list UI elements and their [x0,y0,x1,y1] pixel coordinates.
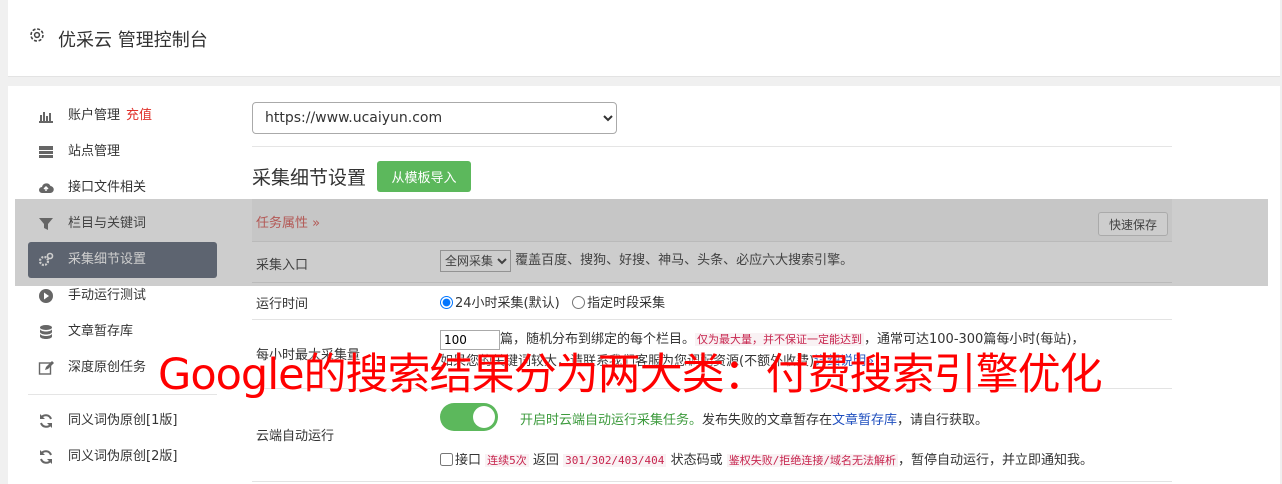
site-select[interactable]: https://www.ucaiyun.com [252,102,617,134]
gear-icon [30,28,44,42]
toggle-knob [473,406,495,428]
sidebar-item-label: 站点管理 [68,144,121,159]
run-time-24h-radio[interactable] [440,296,453,309]
gray-overlay-band [15,199,1268,286]
sidebar-item-label: 手动运行测试 [68,288,147,303]
run-time-custom-label: 指定时段采集 [587,296,666,311]
sidebar-item-synonym-v1[interactable]: 同义词伪原创[1版] [28,403,217,439]
pause-text-a: 接口 [455,453,482,468]
pause-text-c: 状态码或 [670,453,723,468]
watermark-text: Google的搜索结果分为两大类：付费搜索引擎优化 [158,350,1103,400]
top-header: 优采云 管理控制台 [8,0,1280,77]
server-icon [39,146,53,158]
cloud-run-toggle[interactable] [440,403,498,431]
article-store-link[interactable]: 文章暂存库 [832,413,897,428]
divider [252,146,1172,147]
refresh-icon [40,450,52,464]
cloud-desc-text: 发布失败的文章暂存在 [702,413,833,428]
cloud-run-desc: 开启时云端自动运行采集任务。发布失败的文章暂存在文章暂存库，请自行获取。 [520,409,988,428]
sidebar-item-label: 同义词伪原创[1版] [68,413,178,428]
run-time-row: 运行时间 24小时采集(默认) 指定时段采集 [252,283,1172,320]
section-title: 采集细节设置 [252,167,367,189]
sidebar-item-label: 深度原创任务 [68,360,147,375]
sidebar-item-label: 账户管理 [68,108,121,123]
pause-warn-count: 连续5次 [485,454,529,467]
database-icon [40,325,52,339]
cloud-desc-green: 开启时云端自动运行采集任务。 [520,413,703,428]
run-time-label: 运行时间 [256,297,309,312]
sidebar-item-synonym-v2[interactable]: 同义词伪原创[2版] [28,439,217,475]
pause-text-b: 返回 [532,453,559,468]
page-title: 优采云 管理控制台 [58,30,208,51]
run-time-24h-label: 24小时采集(默认) [455,296,560,311]
pause-warn-errors: 鉴权失败/拒绝连接/域名无法解析 [726,454,898,467]
sidebar-item-account[interactable]: 账户管理 充值 [28,98,217,134]
run-time-options: 24小时采集(默认) 指定时段采集 [440,292,665,311]
bar-chart-icon [39,112,53,123]
run-time-custom-radio[interactable] [572,296,586,309]
pause-condition: 接口 连续5次 返回 301/302/403/404 状态码或 鉴权失败/拒绝连… [440,449,1093,468]
pause-status-codes: 301/302/403/404 [563,454,667,467]
sidebar: 账户管理 充值 站点管理 接口文件相关 栏目与关键词 采集细节设置 手动运行测试 … [28,98,228,475]
pause-checkbox[interactable] [440,453,453,466]
refresh-icon [40,414,52,428]
sidebar-item-label: 接口文件相关 [68,180,147,195]
cloud-run-label: 云端自动运行 [256,429,335,444]
sidebar-item-label: 文章暂存库 [68,324,134,339]
edit-icon [38,361,54,375]
cloud-desc-tail: ，请自行获取。 [897,413,989,428]
sidebar-item-sites[interactable]: 站点管理 [28,134,217,170]
recharge-link[interactable]: 充值 [126,108,152,123]
cloud-run-row: 云端自动运行 开启时云端自动运行采集任务。发布失败的文章暂存在文章暂存库，请自行… [252,389,1172,482]
sidebar-item-label: 同义词伪原创[2版] [68,449,178,464]
import-template-button[interactable]: 从模板导入 [377,161,471,192]
pause-text-d: ，暂停自动运行，并立即通知我。 [897,453,1093,468]
play-circle-icon [39,289,53,303]
cloud-upload-icon [39,183,54,194]
